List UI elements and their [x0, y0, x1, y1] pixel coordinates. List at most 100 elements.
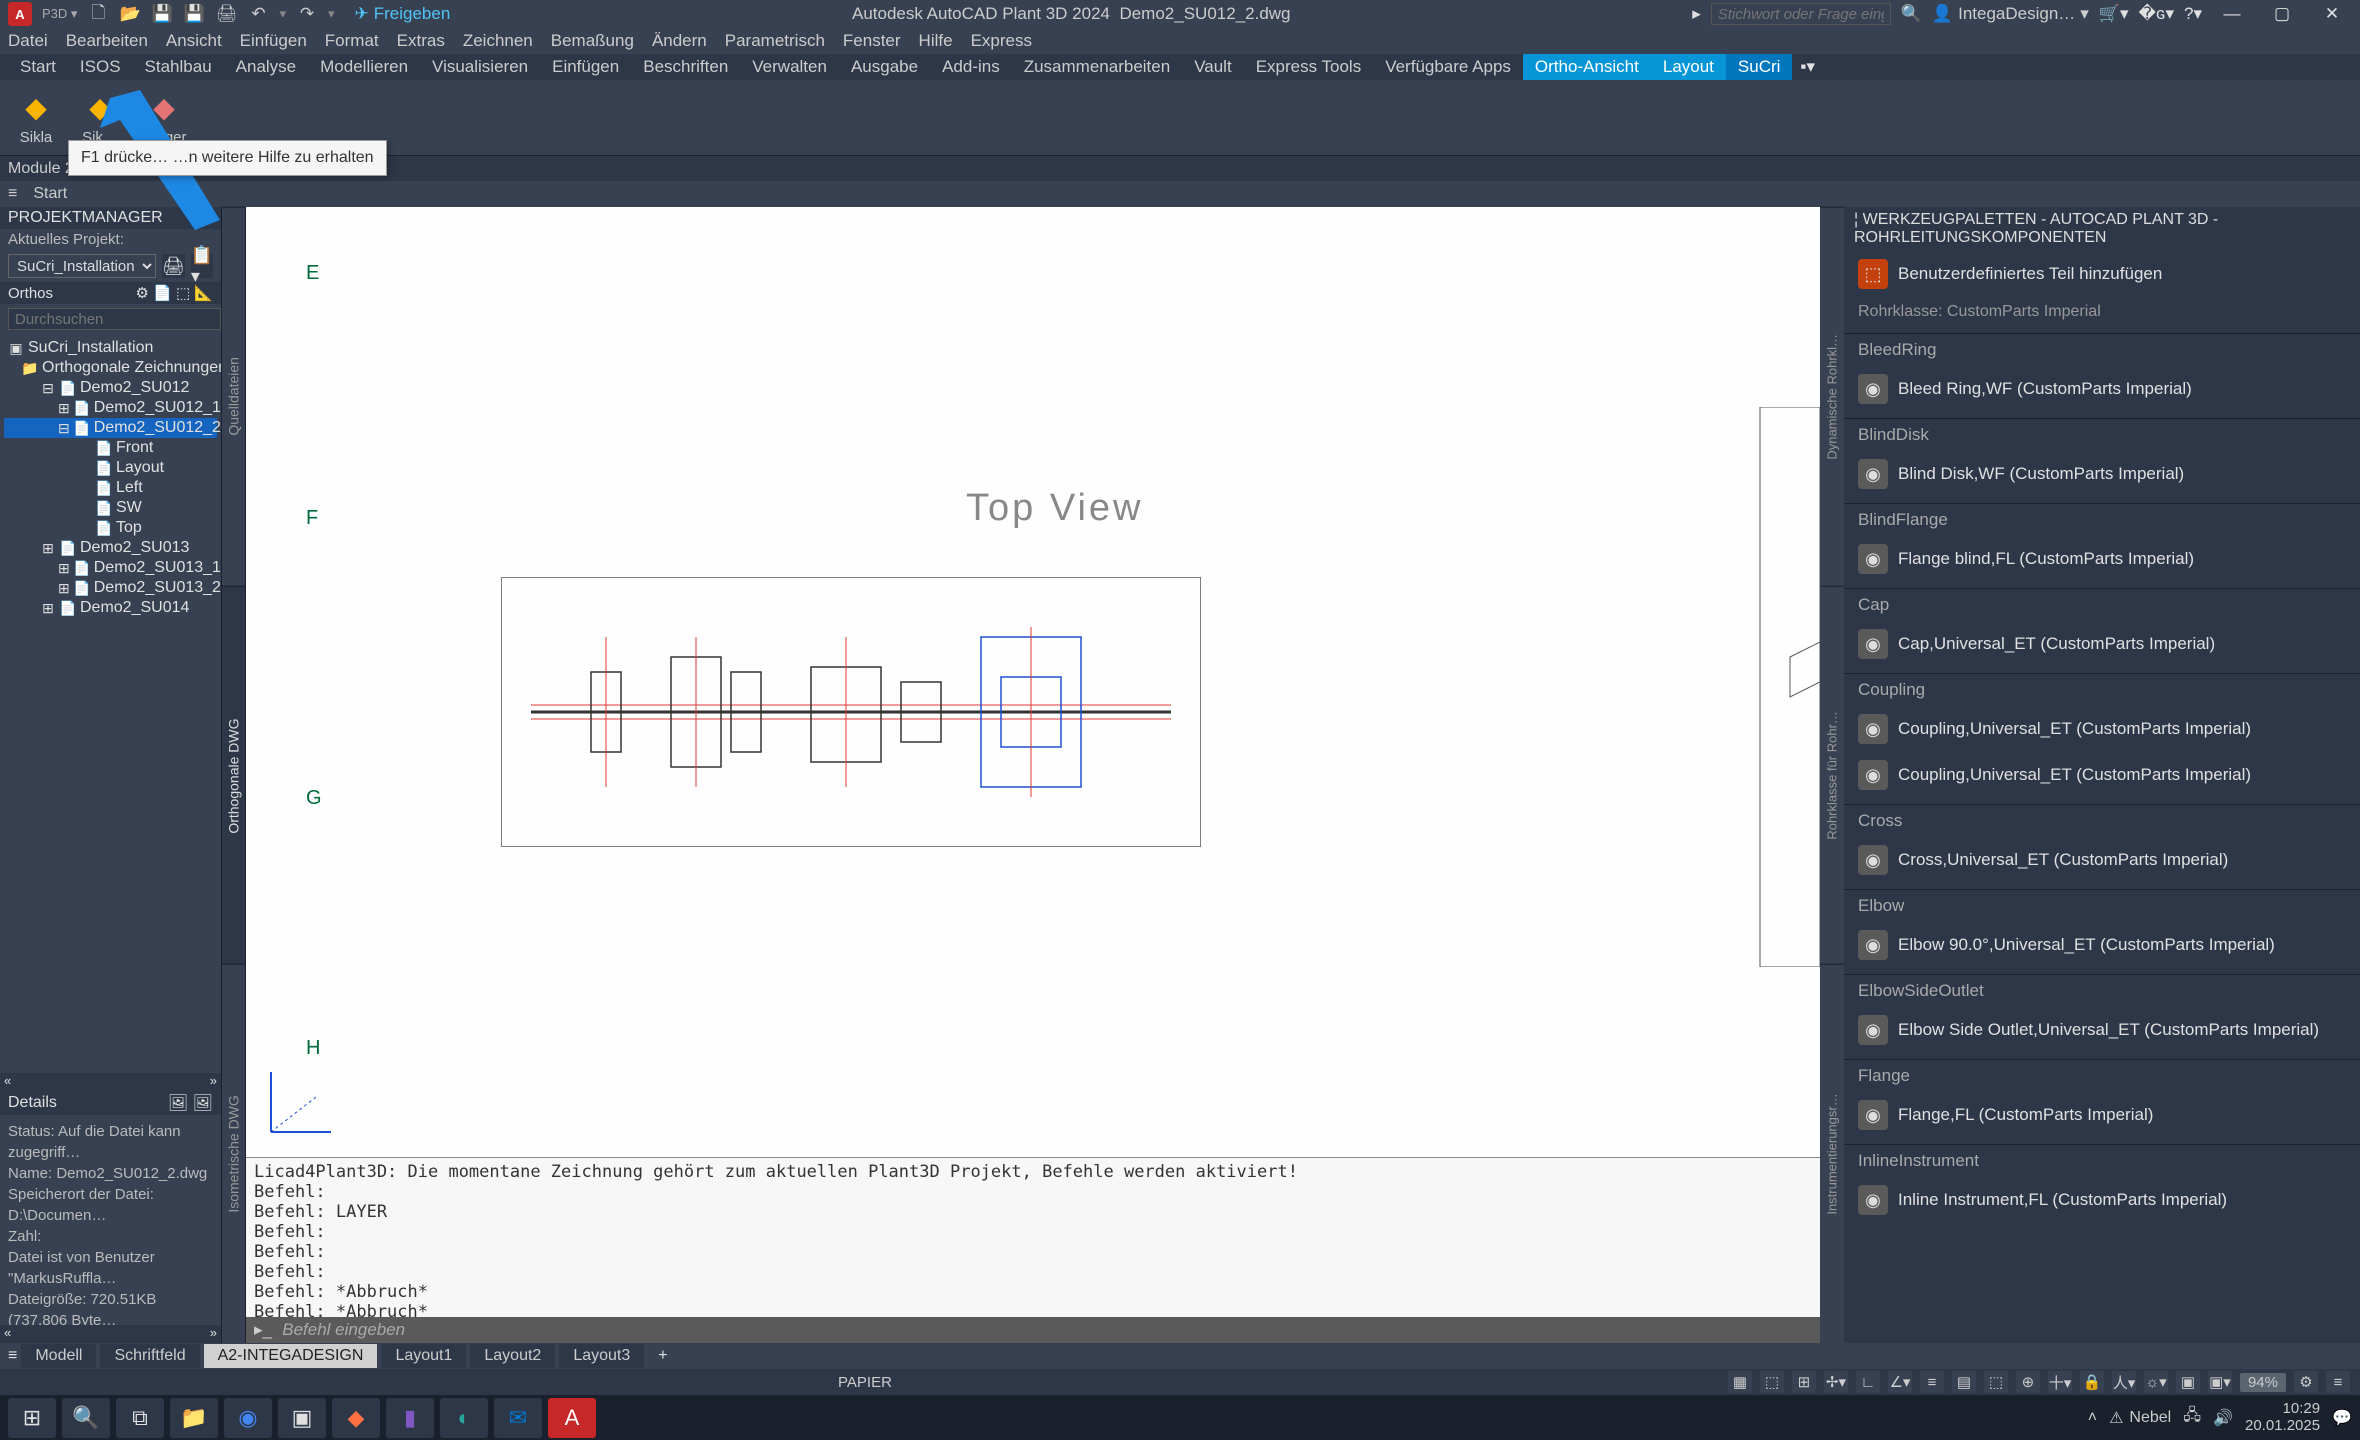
menu-bearbeiten[interactable]: Bearbeiten — [66, 31, 148, 51]
command-line[interactable]: ▸_ Befehl eingeben — [246, 1317, 1820, 1343]
ribbon-tab-analyse[interactable]: Analyse — [224, 54, 308, 80]
ribbon-tab-ausgabe[interactable]: Ausgabe — [839, 54, 930, 80]
drawing-area[interactable]: E F G H Top View — [246, 207, 1820, 1157]
palette-side-tab-1[interactable]: Rohrklasse für Rohr… — [1820, 586, 1844, 965]
qat-new-icon[interactable]: 🗋 — [87, 3, 109, 25]
tree-item[interactable]: ⊟📄Demo2_SU012_2 — [4, 418, 217, 438]
status-transparency-icon[interactable]: ▤ — [1952, 1371, 1976, 1393]
taskbar-explorer[interactable]: 📁 — [170, 1398, 218, 1438]
side-tab-1[interactable]: Orthogonale DWG — [222, 586, 245, 965]
tree-item[interactable]: ⊞📄Demo2_SU012_1 — [4, 398, 217, 418]
layout-tab-add[interactable]: + — [648, 1344, 677, 1368]
layout-tabs-hamburger[interactable]: ≡ — [8, 1347, 17, 1365]
menu-ändern[interactable]: Ändern — [652, 31, 707, 51]
menu-extras[interactable]: Extras — [397, 31, 445, 51]
autodesk-icon[interactable]: �ԍ▾ — [2139, 4, 2174, 24]
search-input[interactable] — [1711, 3, 1891, 25]
palette-add-custom[interactable]: ⬚ Benutzerdefiniertes Teil hinzufügen — [1844, 251, 2360, 297]
minimize-button[interactable]: — — [2212, 2, 2252, 26]
pm-details-scrollbar[interactable]: «» — [0, 1325, 221, 1343]
menu-parametrisch[interactable]: Parametrisch — [725, 31, 825, 51]
status-customize-icon[interactable]: ≡ — [2326, 1371, 2350, 1393]
ribbon-tab-verwalten[interactable]: Verwalten — [740, 54, 839, 80]
palette-side-tab-2[interactable]: Instrumentierungsr… — [1820, 964, 1844, 1343]
ribbon-tab-sucri[interactable]: SuCri — [1726, 54, 1793, 80]
palette-item[interactable]: ◉Elbow 90.0°,Universal_ET (CustomParts I… — [1844, 922, 2360, 968]
tree-item[interactable]: 📄Left — [4, 478, 217, 498]
tree-item[interactable]: ⊞📄Demo2_SU013_2 — [4, 578, 217, 598]
status-grid-icon[interactable]: ▦ — [1728, 1371, 1752, 1393]
account-button[interactable]: 👤 IntegaDesign… ▾ — [1932, 4, 2089, 24]
palette-item[interactable]: ◉Coupling,Universal_ET (CustomParts Impe… — [1844, 706, 2360, 752]
ribbon-tab-zusammenarbeiten[interactable]: Zusammenarbeiten — [1012, 54, 1182, 80]
side-tab-2[interactable]: Isometrische DWG — [222, 964, 245, 1343]
ribbon-tab-verfügbare-apps[interactable]: Verfügbare Apps — [1373, 54, 1523, 80]
menu-ansicht[interactable]: Ansicht — [166, 31, 222, 51]
project-tree[interactable]: ▣SuCri_Installation 📁Orthogonale Zeichnu… — [0, 334, 221, 1073]
side-tab-0[interactable]: Quelldateien — [222, 207, 245, 586]
taskbar-outlook[interactable]: ✉ — [494, 1398, 542, 1438]
menu-bemaßung[interactable]: Bemaßung — [551, 31, 634, 51]
drawing-tab-start[interactable]: Start — [33, 185, 67, 203]
menu-hilfe[interactable]: Hilfe — [919, 31, 953, 51]
qat-save-icon[interactable]: 💾 — [151, 3, 173, 25]
menu-express[interactable]: Express — [971, 31, 1032, 51]
tray-clock[interactable]: 10:2920.01.2025 — [2245, 1401, 2320, 1434]
qat-open-icon[interactable]: 📂 — [119, 3, 141, 25]
ribbon-tab-visualisieren[interactable]: Visualisieren — [420, 54, 540, 80]
status-snap-icon[interactable]: ⬚ — [1760, 1371, 1784, 1393]
maximize-button[interactable]: ▢ — [2262, 2, 2302, 26]
tree-item[interactable]: ⊟📄Demo2_SU012 — [4, 378, 217, 398]
tray-network-icon[interactable]: 🖧 — [2183, 1404, 2201, 1431]
status-2-icon[interactable]: 人▾ — [2112, 1371, 2136, 1393]
palette-item[interactable]: ◉Cap,Universal_ET (CustomParts Imperial) — [1844, 621, 2360, 667]
taskbar-app2[interactable]: ◆ — [332, 1398, 380, 1438]
qat-redo-icon[interactable]: ↷ — [296, 3, 318, 25]
palette-side-tab-0[interactable]: Dynamische Rohrkl… — [1820, 207, 1844, 586]
project-select[interactable]: SuCri_Installation — [8, 254, 156, 278]
ribbon-tab-overflow-icon[interactable]: ▪▾ — [1800, 57, 1815, 77]
command-history[interactable]: Licad4Plant3D: Die momentane Zeichnung g… — [246, 1157, 1820, 1317]
ribbon-tab-ortho-ansicht[interactable]: Ortho-Ansicht — [1523, 54, 1651, 80]
ribbon-tab-start[interactable]: Start — [8, 54, 68, 80]
cart-icon[interactable]: 🛒▾ — [2099, 4, 2129, 24]
status-gizmo-icon[interactable]: ⊕ — [2016, 1371, 2040, 1393]
tray-notifications-icon[interactable]: 💬 — [2332, 1408, 2352, 1428]
ribbon-tab-einfügen[interactable]: Einfügen — [540, 54, 631, 80]
layout-tab-layout2[interactable]: Layout2 — [470, 1344, 555, 1368]
tree-item[interactable]: ⊞📄Demo2_SU013 — [4, 538, 217, 558]
close-button[interactable]: ✕ — [2312, 2, 2352, 26]
status-units-icon[interactable]: ▣▾ — [2208, 1371, 2232, 1393]
palette-item[interactable]: ◉Flange,FL (CustomParts Imperial) — [1844, 1092, 2360, 1138]
taskbar-app1[interactable]: ▣ — [278, 1398, 326, 1438]
palette-item[interactable]: ◉Cross,Universal_ET (CustomParts Imperia… — [1844, 837, 2360, 883]
details-icons[interactable]: 🖼 🖼 — [168, 1093, 213, 1113]
tree-item[interactable]: 📄Layout — [4, 458, 217, 478]
ribbon-tab-stahlbau[interactable]: Stahlbau — [133, 54, 224, 80]
pm-close-icon[interactable]: ✕ — [200, 208, 213, 228]
taskbar-search[interactable]: 🔍 — [62, 1398, 110, 1438]
palette-item[interactable]: ◉Bleed Ring,WF (CustomParts Imperial) — [1844, 366, 2360, 412]
tray-chevron-icon[interactable]: ˄ — [2088, 1409, 2097, 1427]
taskbar-app4[interactable]: ◐ — [440, 1398, 488, 1438]
taskbar-autocad[interactable]: A — [548, 1398, 596, 1438]
share-button[interactable]: ✈ Freigeben — [355, 4, 451, 24]
qat-undo-icon[interactable]: ↶ — [247, 3, 269, 25]
qat-undo-dropdown[interactable]: ▾ — [279, 6, 286, 22]
ribbon-btn-0[interactable]: ◆Sikla — [8, 84, 64, 152]
taskbar-app3[interactable]: ▮ — [386, 1398, 434, 1438]
layout-tab-a2-integadesign[interactable]: A2-INTEGADESIGN — [204, 1344, 378, 1368]
pm-print-icon[interactable]: 🖨 — [162, 254, 185, 278]
taskbar-taskview[interactable]: ⧉ — [116, 1398, 164, 1438]
pm-toolbar-icons[interactable]: ⚙ 📄 ⬚ 📐 — [136, 284, 213, 302]
layout-tab-layout1[interactable]: Layout1 — [381, 1344, 466, 1368]
help-icon[interactable]: ?▾ — [2184, 4, 2202, 24]
qat-redo-dropdown[interactable]: ▾ — [328, 6, 335, 22]
taskbar-start[interactable]: ⊞ — [8, 1398, 56, 1438]
zoom-level[interactable]: 94% — [2240, 1373, 2286, 1392]
menu-zeichnen[interactable]: Zeichnen — [463, 31, 533, 51]
layout-tab-schriftfeld[interactable]: Schriftfeld — [100, 1344, 199, 1368]
status-workspace-icon[interactable]: ☼▾ — [2144, 1371, 2168, 1393]
palette-item[interactable]: ◉Elbow Side Outlet,Universal_ET (CustomP… — [1844, 1007, 2360, 1053]
tray-sound-icon[interactable]: 🔊 — [2213, 1408, 2233, 1428]
